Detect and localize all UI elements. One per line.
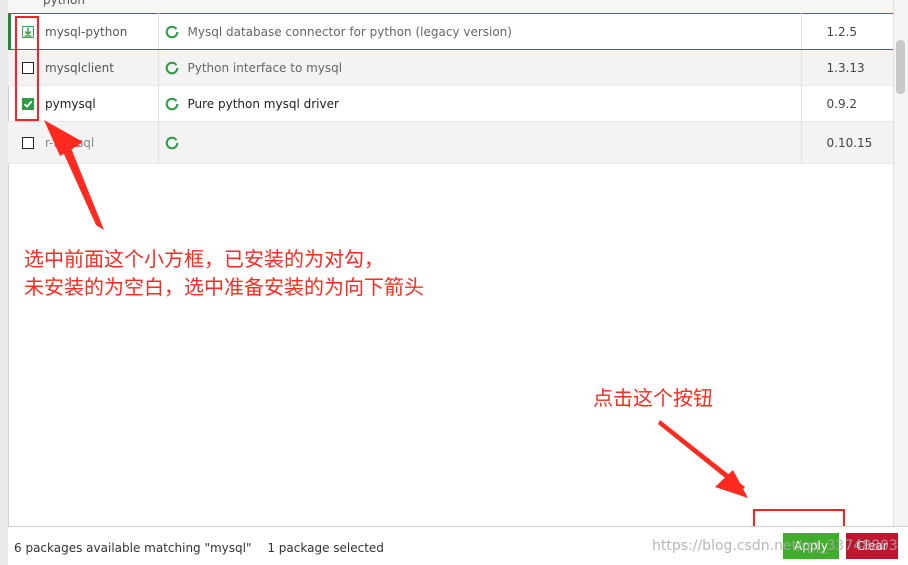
- table-header-partial: python: [8, 0, 893, 14]
- package-name: pymysql: [45, 96, 96, 111]
- package-checkbox-mysqlclient[interactable]: [22, 61, 34, 74]
- annotation-checkbox-note-line2: 未安装的为空白，选中准备安装的为向下箭头: [24, 275, 424, 299]
- selected-count: 1 package selected: [267, 541, 384, 555]
- arrow-to-apply: [658, 420, 748, 498]
- package-version: 0.10.15: [801, 121, 893, 164]
- status-ring-icon: [165, 97, 178, 110]
- status-text: 6 packages available matching "mysql" 1 …: [14, 541, 384, 555]
- status-bar: 6 packages available matching "mysql" 1 …: [8, 526, 908, 565]
- package-description: Python interface to mysql: [187, 60, 343, 75]
- status-ring-icon: [165, 61, 178, 74]
- check-icon: [23, 100, 33, 108]
- vertical-scrollbar[interactable]: [893, 0, 908, 526]
- package-description: Mysql database connector for python (leg…: [187, 24, 512, 39]
- package-checkbox-mysql-python[interactable]: [22, 25, 34, 38]
- package-name: r-rmysql: [45, 135, 95, 150]
- matching-count: 6 packages available matching "mysql": [14, 541, 252, 555]
- table-row[interactable]: mysql-python Mysql database connector fo…: [8, 13, 893, 50]
- header-partial-label: python: [43, 0, 85, 7]
- package-version: 0.9.2: [801, 85, 893, 122]
- scrollbar-thumb[interactable]: [896, 40, 905, 94]
- package-name: mysql-python: [45, 24, 128, 39]
- package-description: Pure python mysql driver: [187, 96, 339, 111]
- navigator-environment-packages: python mysql-python Mysql database conne…: [0, 0, 908, 565]
- annotation-button-note: 点击这个按钮: [593, 386, 713, 410]
- package-table: mysql-python Mysql database connector fo…: [8, 13, 893, 164]
- table-row[interactable]: mysqlclient Python interface to mysql 1.…: [8, 49, 893, 86]
- apply-button[interactable]: Apply: [783, 533, 839, 559]
- package-name: mysqlclient: [45, 60, 114, 75]
- status-ring-icon: [165, 136, 178, 149]
- table-row[interactable]: pymysql Pure python mysql driver 0.9.2: [8, 85, 893, 122]
- download-arrow-icon: [24, 27, 32, 37]
- package-checkbox-pymysql[interactable]: [22, 97, 34, 110]
- package-version: 1.2.5: [801, 13, 893, 50]
- status-ring-icon: [165, 25, 178, 38]
- clear-button[interactable]: Clear: [846, 533, 898, 559]
- annotation-checkbox-note-line1: 选中前面这个小方框，已安装的为对勾，: [24, 247, 384, 271]
- package-version: 1.3.13: [801, 49, 893, 86]
- package-checkbox-r-rmysql[interactable]: [22, 136, 34, 149]
- table-row[interactable]: r-rmysql 0.10.15: [8, 121, 893, 164]
